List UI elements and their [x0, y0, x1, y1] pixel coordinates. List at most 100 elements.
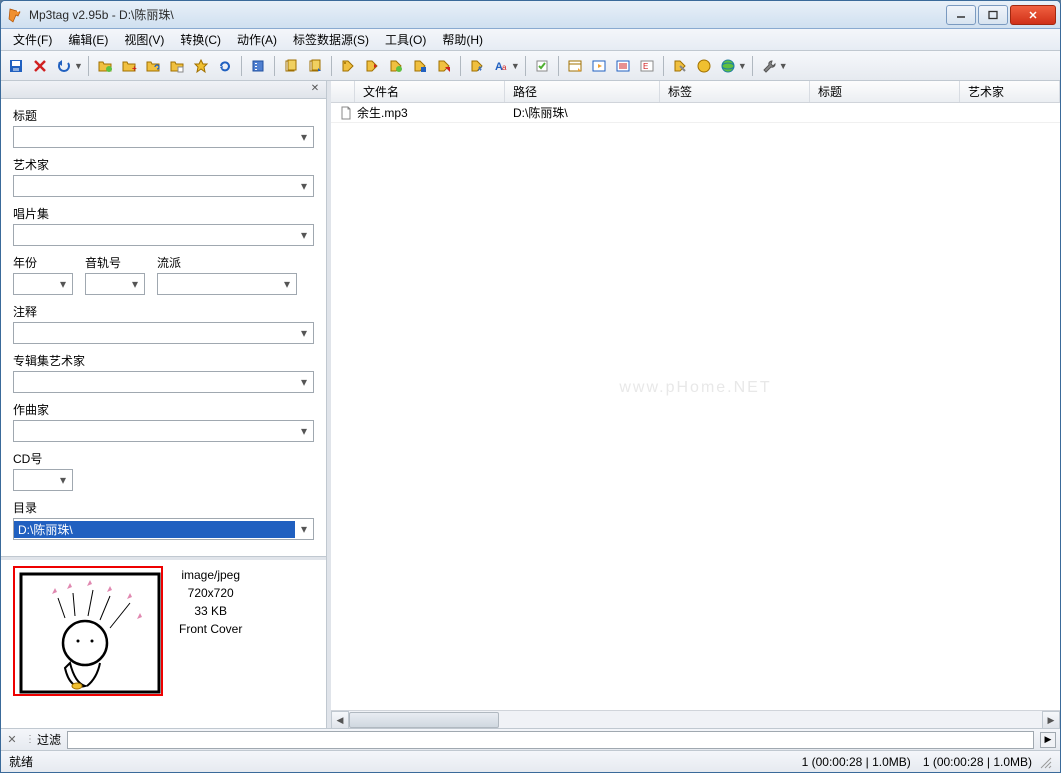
maximize-button[interactable]: [978, 5, 1008, 25]
filename-tag-icon[interactable]: [361, 55, 383, 77]
comment-field[interactable]: ▾: [13, 322, 314, 344]
menu-convert[interactable]: 转换(C): [172, 29, 229, 50]
year-label: 年份: [13, 254, 73, 271]
panel-close-icon[interactable]: ✕: [308, 83, 322, 97]
tag-text-icon[interactable]: [433, 55, 455, 77]
delete-icon[interactable]: [29, 55, 51, 77]
col-artist[interactable]: 艺术家: [960, 81, 1060, 102]
file-icon: [339, 106, 353, 120]
filter-close-icon[interactable]: ✕: [5, 733, 19, 746]
composer-field[interactable]: ▾: [13, 420, 314, 442]
undo-dropdown-icon[interactable]: ▼: [74, 61, 83, 71]
titlebar[interactable]: Mp3tag v2.95b - D:\陈丽珠\: [1, 1, 1060, 29]
track-label: 音轨号: [85, 254, 145, 271]
col-path[interactable]: 路径: [505, 81, 660, 102]
resize-grip-icon[interactable]: [1038, 755, 1052, 769]
directory-field[interactable]: D:\陈丽珠\▾: [13, 518, 314, 540]
chevron-down-icon[interactable]: ▾: [278, 274, 296, 294]
genre-label: 流派: [157, 254, 297, 271]
select-all-icon[interactable]: [247, 55, 269, 77]
chevron-down-icon[interactable]: ▾: [295, 176, 313, 196]
cover-mime: image/jpeg: [179, 566, 242, 584]
svg-text:+: +: [132, 64, 137, 73]
chevron-down-icon[interactable]: ▾: [54, 470, 72, 490]
menu-tagsource[interactable]: 标签数据源(S): [285, 29, 377, 50]
filename-filename-icon[interactable]: [385, 55, 407, 77]
discnum-label: CD号: [13, 450, 314, 467]
favorite-icon[interactable]: [190, 55, 212, 77]
add-folder-icon[interactable]: +: [118, 55, 140, 77]
menu-view[interactable]: 视图(V): [116, 29, 172, 50]
autonumber-icon[interactable]: #: [466, 55, 488, 77]
refresh-icon[interactable]: [214, 55, 236, 77]
tag-sources-icon[interactable]: [669, 55, 691, 77]
tools-dropdown-icon[interactable]: ▼: [779, 61, 788, 71]
artist-field[interactable]: ▾: [13, 175, 314, 197]
web-source1-icon[interactable]: [693, 55, 715, 77]
col-icon[interactable]: [331, 81, 355, 102]
menu-tools[interactable]: 工具(O): [377, 29, 434, 50]
status-bar: 就绪 1 (00:00:28 | 1.0MB) 1 (00:00:28 | 1.…: [1, 750, 1060, 772]
table-row[interactable]: 余生.mp3 D:\陈丽珠\: [331, 103, 1060, 123]
genre-field[interactable]: ▾: [157, 273, 297, 295]
copy-tag-icon[interactable]: [280, 55, 302, 77]
cell-artist: [960, 103, 1060, 122]
col-tag[interactable]: 标签: [660, 81, 810, 102]
album-label: 唱片集: [13, 205, 314, 222]
export-icon[interactable]: [588, 55, 610, 77]
report-icon[interactable]: E: [636, 55, 658, 77]
scroll-left-icon[interactable]: ◀: [331, 711, 349, 729]
list-header: 文件名 路径 标签 标题 艺术家: [331, 81, 1060, 103]
refresh-folder-icon[interactable]: [142, 55, 164, 77]
cover-art[interactable]: [13, 566, 163, 696]
cover-size: 33 KB: [179, 602, 242, 620]
track-field[interactable]: ▾: [85, 273, 145, 295]
close-button[interactable]: [1010, 5, 1056, 25]
chevron-down-icon[interactable]: ▾: [54, 274, 72, 294]
discnum-field[interactable]: ▾: [13, 469, 73, 491]
menu-edit[interactable]: 编辑(E): [60, 29, 116, 50]
scroll-thumb[interactable]: [349, 712, 499, 728]
svg-text:E: E: [643, 62, 648, 71]
album-field[interactable]: ▾: [13, 224, 314, 246]
col-filename[interactable]: 文件名: [355, 81, 505, 102]
col-title[interactable]: 标题: [810, 81, 960, 102]
playlist-icon[interactable]: [612, 55, 634, 77]
tools-icon[interactable]: [758, 55, 780, 77]
chevron-down-icon[interactable]: ▾: [295, 127, 313, 147]
albumartist-field[interactable]: ▾: [13, 371, 314, 393]
web-dropdown-icon[interactable]: ▼: [738, 61, 747, 71]
horizontal-scrollbar[interactable]: ◀ ▶: [331, 710, 1060, 728]
year-field[interactable]: ▾: [13, 273, 73, 295]
playlist-folder-icon[interactable]: [166, 55, 188, 77]
filter-input[interactable]: [67, 731, 1034, 749]
scroll-right-icon[interactable]: ▶: [1042, 711, 1060, 729]
menu-file[interactable]: 文件(F): [5, 29, 60, 50]
quick-action-icon[interactable]: [531, 55, 553, 77]
filter-label: 过滤: [37, 731, 61, 748]
minimize-button[interactable]: [946, 5, 976, 25]
menu-help[interactable]: 帮助(H): [434, 29, 491, 50]
status-selected: 1 (00:00:28 | 1.0MB): [923, 755, 1032, 769]
save-icon[interactable]: [5, 55, 27, 77]
tag-filename-icon[interactable]: [337, 55, 359, 77]
title-field[interactable]: ▾: [13, 126, 314, 148]
grip-icon[interactable]: ⋮⋮: [25, 734, 31, 745]
menu-action[interactable]: 动作(A): [229, 29, 285, 50]
actions-dropdown-icon[interactable]: ▼: [511, 61, 520, 71]
app-icon: [7, 7, 23, 23]
chevron-down-icon[interactable]: ▾: [295, 519, 313, 539]
extended-tags-icon[interactable]: [564, 55, 586, 77]
chevron-down-icon[interactable]: ▾: [295, 225, 313, 245]
chevron-down-icon[interactable]: ▾: [295, 372, 313, 392]
open-folder-icon[interactable]: [94, 55, 116, 77]
chevron-down-icon[interactable]: ▾: [126, 274, 144, 294]
web-source2-icon[interactable]: [717, 55, 739, 77]
filter-go-icon[interactable]: ▶: [1040, 732, 1056, 748]
undo-icon[interactable]: [53, 55, 75, 77]
chevron-down-icon[interactable]: ▾: [295, 421, 313, 441]
paste-tag-icon[interactable]: [304, 55, 326, 77]
chevron-down-icon[interactable]: ▾: [295, 323, 313, 343]
actions-icon[interactable]: Aa: [490, 55, 512, 77]
text-tag-icon[interactable]: [409, 55, 431, 77]
